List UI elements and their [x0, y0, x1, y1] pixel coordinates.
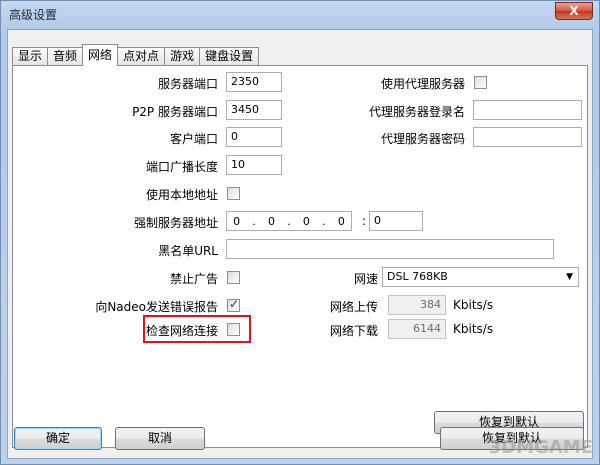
proxy-password-label: 代理服务器密码	[380, 132, 465, 146]
net-speed-select[interactable]: DSL 768KB ▼	[382, 267, 579, 287]
tab-audio[interactable]: 音频	[47, 47, 84, 65]
broadcast-length-label: 端口广播长度	[145, 160, 218, 174]
force-server-address-label: 强制服务器地址	[133, 216, 218, 230]
advanced-settings-window: 高级设置 X 显示 音频 网络 点对点 游戏 键盘设置 服务器端口 2350 P…	[0, 0, 600, 465]
blacklist-url-label: 黑名单URL	[158, 244, 218, 258]
net-speed-selected: DSL 768KB	[387, 270, 448, 283]
download-unit: Kbits/s	[453, 322, 494, 336]
watermark-logo: 3DMGAME	[488, 437, 593, 458]
force-server-ip-input[interactable]: 0 . 0 . 0 . 0	[226, 211, 352, 231]
ip-dot: .	[252, 214, 256, 228]
use-local-address-label: 使用本地地址	[145, 188, 218, 202]
broadcast-length-input[interactable]: 10	[226, 155, 282, 175]
proxy-login-label: 代理服务器登录名	[368, 105, 465, 119]
window-title: 高级设置	[9, 8, 58, 22]
ip-octet-2: 0	[268, 214, 275, 228]
cancel-button[interactable]: 取消	[115, 427, 205, 450]
ip-port-separator: :	[361, 214, 366, 228]
check-connection-label: 检查网络连接	[145, 324, 218, 338]
ip-octet-1: 0	[233, 214, 241, 228]
blacklist-url-input[interactable]	[226, 239, 554, 259]
ip-dot: .	[287, 214, 291, 228]
ip-octet-4: 0	[337, 214, 345, 228]
ip-dot: .	[322, 214, 326, 228]
upload-label: 网络上传	[329, 300, 378, 314]
tab-game[interactable]: 游戏	[164, 47, 201, 65]
network-settings-panel: 服务器端口 2350 P2P 服务器端口 3450 客户端口 0 端口广播长度 …	[12, 65, 588, 448]
client-port-label: 客户端口	[169, 132, 218, 146]
send-error-reports-checkbox[interactable]	[227, 297, 240, 312]
force-server-port-input[interactable]: 0	[369, 211, 423, 231]
use-local-address-checkbox[interactable]	[227, 187, 240, 200]
proxy-login-input[interactable]	[473, 100, 582, 120]
block-ads-checkbox[interactable]	[227, 271, 240, 284]
tab-bar: 显示 音频 网络 点对点 游戏 键盘设置	[12, 44, 260, 66]
tab-network[interactable]: 网络	[82, 44, 119, 66]
dialog-client-area: 显示 音频 网络 点对点 游戏 键盘设置 服务器端口 2350 P2P 服务器端…	[7, 29, 593, 459]
use-proxy-checkbox[interactable]	[474, 76, 487, 89]
p2p-port-label: P2P 服务器端口	[132, 105, 218, 119]
upload-unit: Kbits/s	[453, 298, 494, 312]
tab-p2p[interactable]: 点对点	[117, 47, 166, 65]
p2p-port-input[interactable]: 3450	[226, 100, 282, 120]
chevron-down-icon: ▼	[566, 272, 573, 282]
block-ads-label: 禁止广告	[169, 272, 218, 286]
use-proxy-label: 使用代理服务器	[380, 77, 465, 91]
server-port-input[interactable]: 2350	[226, 72, 282, 92]
client-port-input[interactable]: 0	[226, 127, 282, 147]
send-error-reports-label: 向Nadeo发送错误报告	[95, 300, 218, 314]
tab-keyboard[interactable]: 键盘设置	[199, 47, 260, 65]
upload-input[interactable]: 384	[388, 295, 446, 315]
download-label: 网络下载	[329, 324, 378, 338]
ok-button[interactable]: 确定	[14, 427, 102, 450]
tab-display[interactable]: 显示	[12, 47, 49, 65]
ip-octet-3: 0	[302, 214, 310, 228]
download-input[interactable]: 6144	[388, 319, 446, 339]
net-speed-label: 网速	[353, 272, 378, 286]
server-port-label: 服务器端口	[157, 77, 218, 91]
check-connection-checkbox[interactable]	[227, 323, 240, 336]
proxy-password-input[interactable]	[473, 127, 582, 147]
close-button[interactable]: X	[555, 2, 593, 20]
